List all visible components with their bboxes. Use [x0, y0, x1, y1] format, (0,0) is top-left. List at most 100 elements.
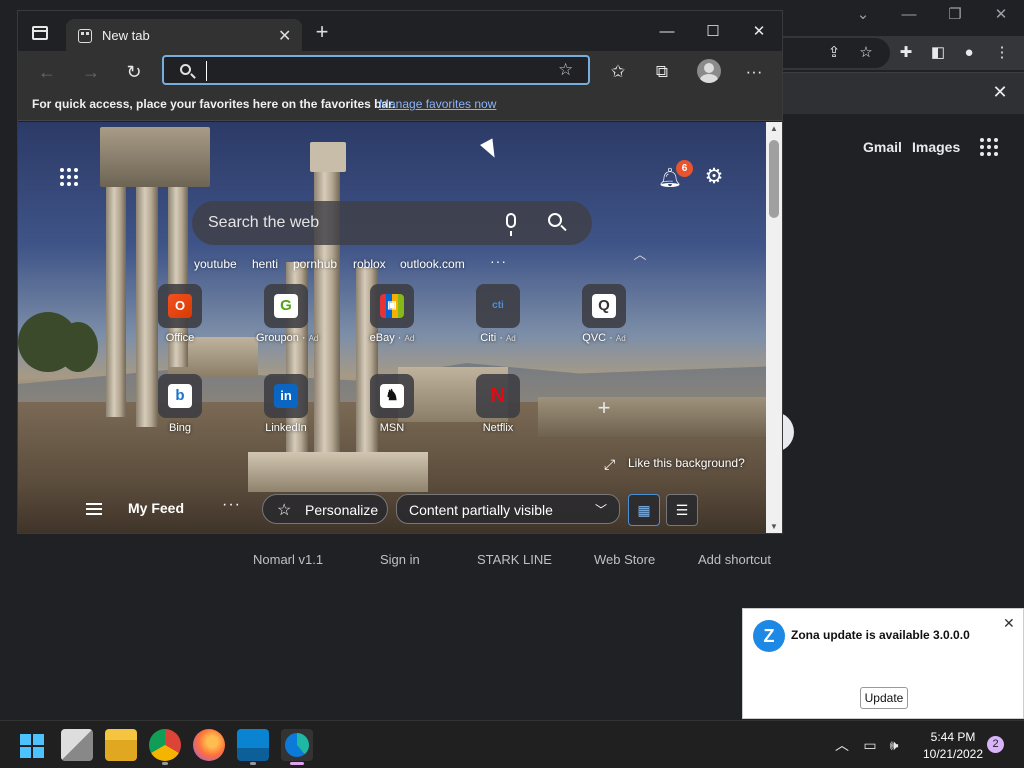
search-suggestion[interactable]: youtube	[194, 257, 237, 271]
task-view-icon[interactable]	[61, 729, 93, 761]
quick-link-qvc[interactable]: Q QVC · Ad	[574, 284, 634, 344]
bookmark-star-icon[interactable]: ☆	[855, 42, 877, 64]
tab-search-icon[interactable]: ⌄	[840, 4, 886, 26]
search-icon[interactable]	[548, 213, 562, 227]
quick-link-netflix[interactable]: N Netflix	[468, 374, 528, 434]
grid-view-icon[interactable]: ▦	[628, 494, 660, 526]
quick-link-ebay[interactable]: ▣ eBay · Ad	[362, 284, 422, 344]
extensions-icon[interactable]: ✚	[895, 42, 917, 64]
tab-new-tab[interactable]: New tab ✕	[66, 19, 302, 53]
quick-link-linkedin[interactable]: in LinkedIn	[256, 374, 316, 434]
search-suggestion[interactable]: roblox	[353, 257, 386, 271]
search-suggestion[interactable]: henti	[252, 257, 278, 271]
shortcut-label[interactable]: Add shortcut	[698, 552, 771, 567]
page-scrollbar[interactable]: ▲ ▼	[766, 122, 782, 533]
clock-date[interactable]: 10/21/2022	[918, 747, 988, 761]
new-tab-plus-icon[interactable]: +	[310, 21, 334, 45]
windows-start-icon[interactable]	[20, 734, 44, 758]
infobar-close-icon[interactable]: ✕	[990, 82, 1010, 102]
shortcut-label[interactable]: Web Store	[594, 552, 655, 567]
edge-taskbar-button[interactable]	[281, 729, 313, 761]
web-search-box[interactable]	[192, 201, 592, 245]
linkedin-icon: in	[274, 384, 298, 408]
microphone-icon[interactable]	[506, 213, 516, 236]
netflix-icon: N	[490, 385, 506, 407]
profile-avatar[interactable]	[697, 59, 721, 83]
close-icon[interactable]: ✕	[1003, 615, 1015, 632]
my-feed-title[interactable]: My Feed	[128, 500, 184, 516]
close-icon[interactable]: ✕	[978, 4, 1024, 26]
add-favorite-star-icon[interactable]: ☆	[558, 60, 573, 80]
close-icon[interactable]: ✕	[742, 19, 776, 45]
mail-app-icon[interactable]	[237, 729, 269, 761]
side-panel-icon[interactable]: ◧	[927, 42, 949, 64]
office-icon: O	[168, 294, 192, 318]
network-icon[interactable]: ▭	[860, 735, 880, 755]
google-apps-icon[interactable]	[980, 138, 1000, 158]
show-hidden-icons-chevron-icon[interactable]: ︿	[832, 735, 852, 755]
feed-more-options-icon[interactable]: ···	[222, 496, 241, 514]
refresh-icon[interactable]: ↻	[121, 59, 147, 85]
tab-actions-icon[interactable]	[32, 26, 48, 40]
add-quick-link-plus-icon[interactable]: +	[594, 397, 614, 419]
tab-close-icon[interactable]: ✕	[278, 26, 291, 46]
quick-link-msn[interactable]: ♞ MSN	[362, 374, 422, 434]
more-suggestions-icon[interactable]: ···	[490, 253, 507, 269]
minimize-icon[interactable]: —	[650, 19, 684, 45]
quick-link-groupon[interactable]: G Groupon · Ad	[256, 284, 318, 344]
share-icon[interactable]: ⇪	[823, 42, 845, 64]
like-background-link[interactable]: Like this background?	[628, 456, 745, 470]
shortcut-label[interactable]: Nomarl v1.1	[253, 552, 323, 567]
web-search-input[interactable]	[208, 213, 488, 233]
gmail-link[interactable]: Gmail	[863, 139, 902, 155]
chrome-icon[interactable]	[149, 729, 181, 761]
search-suggestion[interactable]: outlook.com	[400, 257, 465, 271]
groupon-icon: G	[274, 294, 298, 318]
collections-icon[interactable]: ⧉	[649, 59, 675, 85]
tile-label: MSN	[379, 422, 405, 434]
more-options-icon[interactable]: ···	[741, 59, 767, 85]
scroll-up-arrow-icon[interactable]: ▲	[769, 124, 779, 134]
firefox-icon[interactable]	[193, 729, 225, 761]
quick-link-office[interactable]: O Office	[150, 284, 210, 344]
tile-label: QVC	[582, 332, 607, 344]
minimize-icon[interactable]: —	[886, 4, 932, 26]
personalize-button[interactable]: ☆ Personalize	[262, 494, 388, 524]
tile-label: Bing	[168, 422, 192, 434]
update-button[interactable]: Update	[860, 687, 908, 709]
scroll-thumb[interactable]	[769, 140, 779, 218]
profile-icon[interactable]: ●	[958, 42, 980, 64]
back-arrow-icon[interactable]: ←	[34, 59, 60, 85]
manage-favorites-link[interactable]: Manage favorites now	[379, 97, 496, 111]
personalize-sparkle-icon: ☆	[277, 502, 292, 519]
shortcut-label[interactable]: STARK LINE	[477, 552, 552, 567]
personalize-label: Personalize	[305, 502, 379, 518]
favorites-icon[interactable]: ✩	[605, 59, 631, 85]
search-suggestion[interactable]: pornhub	[293, 257, 337, 271]
forward-arrow-icon[interactable]: →	[78, 59, 104, 85]
list-view-icon[interactable]: ☰	[666, 494, 698, 526]
apps-launcher-icon[interactable]	[60, 168, 82, 190]
chevron-up-icon[interactable]: ︿	[630, 244, 650, 262]
hamburger-menu-icon[interactable]	[86, 503, 102, 515]
shortcut-label[interactable]: Sign in	[380, 552, 420, 567]
file-explorer-icon[interactable]	[105, 729, 137, 761]
scroll-down-arrow-icon[interactable]: ▼	[769, 522, 779, 532]
menu-icon[interactable]: ⋮	[991, 42, 1013, 64]
maximize-icon[interactable]: ☐	[696, 19, 730, 45]
notification-center-badge[interactable]: 2	[987, 736, 1004, 753]
edge-titlebar: New tab ✕ + — ☐ ✕	[18, 11, 782, 53]
content-visibility-select[interactable]: Content partially visible ﹀	[396, 494, 620, 524]
tile-label: Citi	[480, 332, 497, 344]
address-input[interactable]	[206, 61, 546, 81]
address-bar[interactable]: ☆	[162, 55, 590, 85]
quick-link-bing[interactable]: b Bing	[150, 374, 210, 434]
clock-time[interactable]: 5:44 PM	[918, 730, 988, 744]
page-settings-gear-icon[interactable]: ⚙	[702, 165, 726, 189]
edge-icon	[285, 733, 309, 757]
favorites-bar: For quick access, place your favorites h…	[18, 91, 782, 121]
restore-icon[interactable]: ❐	[932, 4, 978, 26]
quick-link-citi[interactable]: cti Citi · Ad	[468, 284, 528, 344]
volume-icon[interactable]: 🕪︎	[884, 735, 904, 755]
images-link[interactable]: Images	[912, 139, 960, 155]
